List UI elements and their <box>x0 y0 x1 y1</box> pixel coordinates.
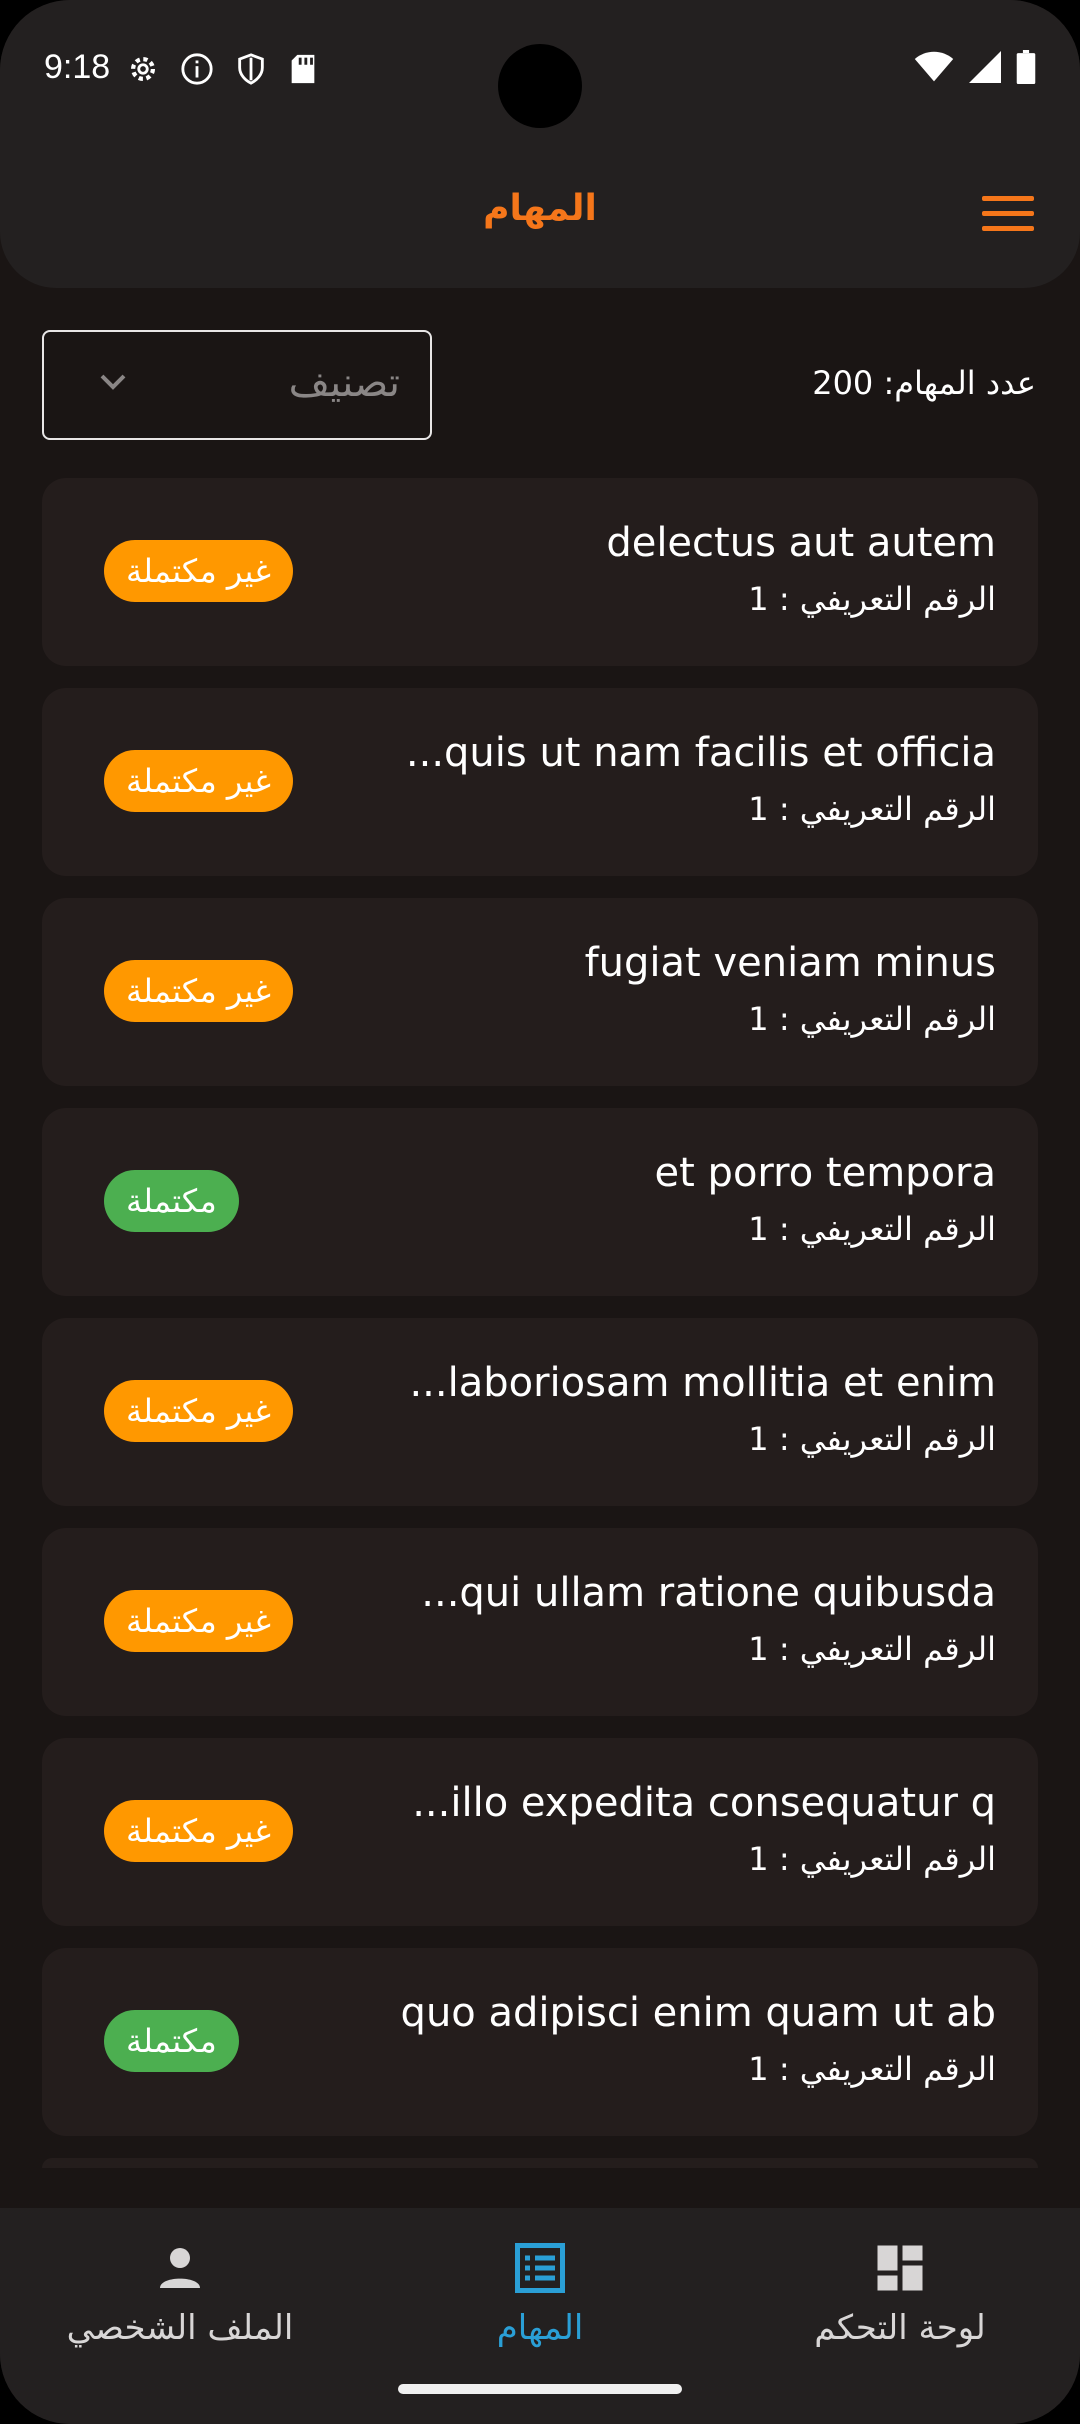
task-title: delectus aut autem <box>606 520 996 566</box>
status-badge: غير مكتملة <box>104 1800 293 1862</box>
dashboard-icon <box>877 2245 923 2291</box>
task-title: ...quis ut nam facilis et officia <box>405 730 996 776</box>
dropdown-label: تصنيف <box>288 360 400 406</box>
settings-icon <box>130 56 156 82</box>
task-id-label: الرقم التعريفي : 1 <box>748 1420 996 1458</box>
menu-button[interactable] <box>982 196 1034 236</box>
task-card[interactable]: ...qui ullam ratione quibusda الرقم التعر… <box>42 1528 1038 1716</box>
status-badge: مكتملة <box>104 1170 239 1232</box>
device-screen: 9:18 المهام عدد المهام: 200 تصنيف delect… <box>0 0 1080 2424</box>
nav-item-dashboard[interactable]: لوحة التحكم <box>720 2228 1080 2378</box>
page-title: المهام <box>483 188 597 229</box>
status-badge: غير مكتملة <box>104 1590 293 1652</box>
chevron-down-icon <box>100 374 126 390</box>
battery-icon <box>1016 50 1036 84</box>
task-id-label: الرقم التعريفي : 1 <box>748 580 996 618</box>
task-title: quo adipisci enim quam ut ab <box>400 1990 996 2036</box>
hamburger-icon <box>982 196 1034 201</box>
status-time: 9:18 <box>44 48 111 86</box>
home-indicator[interactable] <box>398 2384 682 2394</box>
task-card[interactable]: fugiat veniam minus الرقم التعريفي : 1 غير… <box>42 898 1038 1086</box>
task-id-label: الرقم التعريفي : 1 <box>748 2050 996 2088</box>
status-badge: غير مكتملة <box>104 1380 293 1442</box>
front-camera <box>498 44 582 128</box>
list-icon <box>515 2243 565 2293</box>
signal-icon <box>969 51 1001 83</box>
status-badge: مكتملة <box>104 2010 239 2072</box>
task-id-label: الرقم التعريفي : 1 <box>748 790 996 828</box>
task-title: ...laboriosam mollitia et enim <box>409 1360 996 1406</box>
task-id-label: الرقم التعريفي : 1 <box>748 1840 996 1878</box>
task-count: عدد المهام: 200 <box>812 364 1036 402</box>
app-bar: المهام <box>0 160 1080 270</box>
task-card-partial[interactable] <box>42 2158 1038 2168</box>
status-badge: غير مكتملة <box>104 750 293 812</box>
task-id-label: الرقم التعريفي : 1 <box>748 1630 996 1668</box>
status-badge: غير مكتملة <box>104 540 293 602</box>
task-title: fugiat veniam minus <box>584 940 996 986</box>
task-title: ...qui ullam ratione quibusda <box>421 1570 996 1616</box>
nav-label-dashboard: لوحة التحكم <box>814 2308 986 2348</box>
nav-item-profile[interactable]: الملف الشخصي <box>0 2228 360 2378</box>
task-card[interactable]: ...laboriosam mollitia et enim الرقم التع… <box>42 1318 1038 1506</box>
status-bar: 9:18 <box>0 0 1080 140</box>
nav-label-profile: الملف الشخصي <box>66 2308 294 2348</box>
task-card[interactable]: ...quis ut nam facilis et officia الرقم ا… <box>42 688 1038 876</box>
status-badge: غير مكتملة <box>104 960 293 1022</box>
person-icon <box>160 2248 200 2288</box>
task-list: delectus aut autem الرقم التعريفي : 1 غير … <box>42 478 1038 2168</box>
sd-card-icon <box>291 54 315 84</box>
task-id-label: الرقم التعريفي : 1 <box>748 1210 996 1248</box>
task-id-label: الرقم التعريفي : 1 <box>748 1000 996 1038</box>
task-card[interactable]: delectus aut autem الرقم التعريفي : 1 غير … <box>42 478 1038 666</box>
task-card[interactable]: et porro tempora الرقم التعريفي : 1 مكتملة <box>42 1108 1038 1296</box>
task-title: et porro tempora <box>654 1150 996 1196</box>
filter-row: عدد المهام: 200 تصنيف <box>0 330 1080 446</box>
task-card[interactable]: ...illo expedita consequatur q الرقم التع… <box>42 1738 1038 1926</box>
info-icon <box>181 53 213 85</box>
category-dropdown[interactable]: تصنيف <box>42 330 432 440</box>
wifi-icon <box>914 51 954 82</box>
nav-label-tasks: المهام <box>496 2308 584 2348</box>
nav-item-tasks[interactable]: المهام <box>360 2228 720 2378</box>
task-title: ...illo expedita consequatur q <box>412 1780 996 1826</box>
shield-icon <box>238 53 264 85</box>
task-card[interactable]: quo adipisci enim quam ut ab الرقم التعري… <box>42 1948 1038 2136</box>
